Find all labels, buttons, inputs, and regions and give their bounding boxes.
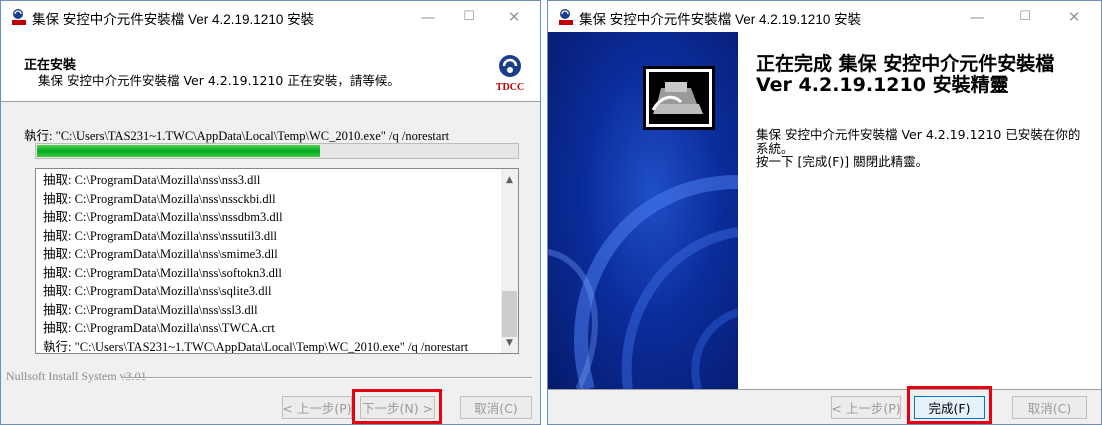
finish-body-line2: 系統。	[756, 140, 794, 156]
highlight-finish	[907, 386, 992, 424]
log-line: 抽取: C:\ProgramData\Mozilla\nss\nssdbm3.d…	[43, 210, 283, 224]
log-line: 抽取: C:\ProgramData\Mozilla\nss\softokn3.…	[43, 265, 282, 280]
maximize-icon: ☐	[463, 9, 475, 24]
footer-divider	[121, 377, 532, 379]
finish-title-line2: Ver 4.2.19.1210 安裝精靈	[756, 74, 1009, 96]
log-line: 抽取: C:\ProgramData\Mozilla\nss\sqlite3.d…	[43, 284, 272, 298]
window-title: 集保 安控中介元件安裝檔 Ver 4.2.19.1210 安裝	[579, 12, 862, 27]
log-line: 抽取: C:\ProgramData\Mozilla\nss\smime3.dl…	[43, 247, 278, 261]
scrollbar-thumb[interactable]	[502, 291, 517, 337]
close-icon[interactable]: ✕	[491, 1, 537, 32]
cancel-button[interactable]: 取消(C)	[460, 396, 532, 419]
title-bar[interactable]: 集保 安控中介元件安裝檔 Ver 4.2.19.1210 安裝 — ☐ ✕	[548, 1, 1101, 32]
highlight-next	[352, 389, 442, 424]
back-button[interactable]: < 上一步(P)	[282, 396, 352, 419]
log-line: 抽取: C:\ProgramData\Mozilla\nss\TWCA.crt	[43, 321, 275, 335]
back-button[interactable]: < 上一步(P)	[831, 396, 901, 419]
page-subtitle: 集保 安控中介元件安裝檔 Ver 4.2.19.1210 正在安裝，請等候。	[38, 73, 400, 88]
title-bar[interactable]: 集保 安控中介元件安裝檔 Ver 4.2.19.1210 安裝 — ☐ ✕	[1, 1, 540, 32]
progress-bar	[35, 143, 519, 159]
wizard-header: 正在安裝 集保 安控中介元件安裝檔 Ver 4.2.19.1210 正在安裝，請…	[1, 32, 540, 102]
installer-icon	[643, 66, 715, 130]
close-icon[interactable]: ✕	[1051, 1, 1097, 32]
log-line: 抽取: C:\ProgramData\Mozilla\nss\nss3.dll	[43, 173, 261, 187]
minimize-icon[interactable]: —	[405, 1, 451, 32]
finish-body-line3: 按一下 [完成(F)] 關閉此精靈。	[756, 154, 929, 169]
finish-panel: 正在完成 集保 安控中介元件安裝檔 Ver 4.2.19.1210 安裝精靈 集…	[738, 32, 1101, 389]
installer-window-progress: 集保 安控中介元件安裝檔 Ver 4.2.19.1210 安裝 — ☐ ✕ 正在…	[0, 0, 541, 425]
logo-text: TDCC	[496, 82, 524, 93]
log-scrollbar[interactable]: ▲ ▼	[501, 169, 518, 353]
scroll-up-icon[interactable]: ▲	[501, 171, 518, 188]
log-line: 執行: "C:\Users\TAS231~1.TWC\AppData\Local…	[43, 339, 469, 354]
tdcc-app-icon	[559, 9, 573, 25]
log-line: 抽取: C:\ProgramData\Mozilla\nss\nssckbi.d…	[43, 191, 276, 206]
finish-body-line1: 集保 安控中介元件安裝檔 Ver 4.2.19.1210 已安裝在你的	[756, 127, 1081, 142]
window-title: 集保 安控中介元件安裝檔 Ver 4.2.19.1210 安裝	[32, 12, 315, 27]
footer-divider	[548, 389, 1101, 390]
installer-window-finish: 集保 安控中介元件安裝檔 Ver 4.2.19.1210 安裝 — ☐ ✕ 正在…	[547, 0, 1102, 425]
minimize-icon[interactable]: —	[954, 1, 1000, 32]
log-line: 抽取: C:\ProgramData\Mozilla\nss\nssutil3.…	[43, 228, 278, 243]
finish-title-line1: 正在完成 集保 安控中介元件安裝檔	[756, 53, 1055, 75]
cancel-button[interactable]: 取消(C)	[1012, 396, 1087, 419]
install-log[interactable]: 抽取: C:\ProgramData\Mozilla\nss\nss3.dll …	[35, 168, 519, 354]
finish-title: 正在完成 集保 安控中介元件安裝檔 Ver 4.2.19.1210 安裝精靈	[756, 54, 1054, 96]
current-action-text: 執行: "C:\Users\TAS231~1.TWC\AppData\Local…	[24, 129, 450, 143]
tdcc-app-icon	[12, 9, 26, 25]
wizard-banner	[548, 32, 738, 389]
scroll-down-icon[interactable]: ▼	[501, 334, 518, 351]
finish-message: 集保 安控中介元件安裝檔 Ver 4.2.19.1210 已安裝在你的 系統。 …	[756, 128, 1080, 169]
log-line: 抽取: C:\ProgramData\Mozilla\nss\ssl3.dll	[43, 302, 258, 317]
maximize-icon: ☐	[1019, 9, 1031, 24]
tdcc-logo: TDCC	[496, 55, 524, 93]
progress-bar-fill	[37, 145, 320, 157]
